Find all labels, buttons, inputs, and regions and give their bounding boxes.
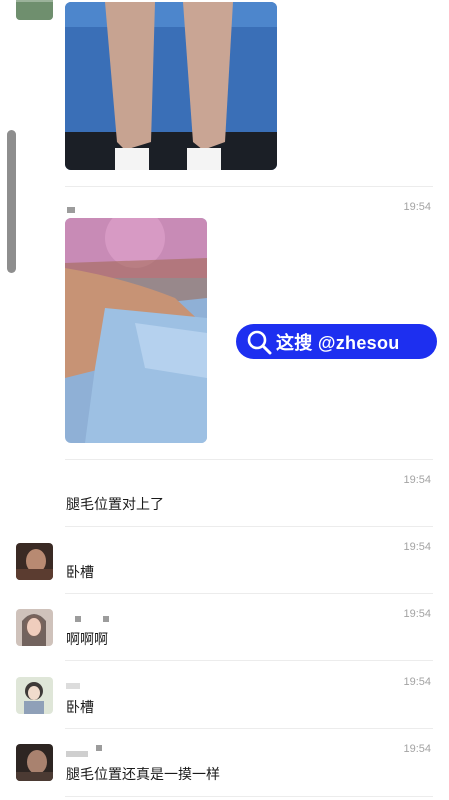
- avatar[interactable]: [16, 543, 53, 580]
- avatar[interactable]: [16, 0, 53, 20]
- message-text: 腿毛位置对上了: [66, 496, 164, 512]
- message-image-legs[interactable]: [65, 2, 277, 170]
- divider: [65, 526, 433, 527]
- sender-name-blurred: [96, 745, 102, 751]
- divider: [65, 796, 433, 797]
- divider: [65, 186, 433, 187]
- scrollbar[interactable]: [7, 130, 16, 273]
- avatar[interactable]: [16, 744, 53, 781]
- search-icon: [247, 330, 272, 354]
- message-time: 19:54: [403, 743, 431, 755]
- divider: [65, 728, 433, 729]
- message-time: 19:54: [403, 474, 431, 486]
- avatar[interactable]: [16, 677, 53, 714]
- message-time: 19:54: [403, 676, 431, 688]
- avatar[interactable]: [16, 609, 53, 646]
- sender-name-blurred: [66, 683, 80, 689]
- message-time: 19:54: [403, 201, 431, 213]
- sender-name-blurred: [75, 616, 81, 622]
- watermark-badge: 这搜 @zhesou: [236, 324, 437, 359]
- divider: [65, 593, 433, 594]
- sender-name-blurred: [103, 616, 109, 622]
- message-text: 啊啊啊: [66, 631, 108, 647]
- message-text: 卧槽: [66, 699, 94, 715]
- watermark-text: 这搜 @zhesou: [276, 332, 400, 353]
- message-text: 腿毛位置还真是一摸一样: [66, 766, 220, 782]
- sender-name-blurred: [67, 207, 75, 213]
- message-time: 19:54: [403, 541, 431, 553]
- message-text: 卧槽: [66, 564, 94, 580]
- divider: [65, 660, 433, 661]
- sender-name-blurred: [66, 751, 88, 757]
- divider: [65, 459, 433, 460]
- message-image-arm[interactable]: [65, 218, 207, 443]
- message-time: 19:54: [403, 608, 431, 620]
